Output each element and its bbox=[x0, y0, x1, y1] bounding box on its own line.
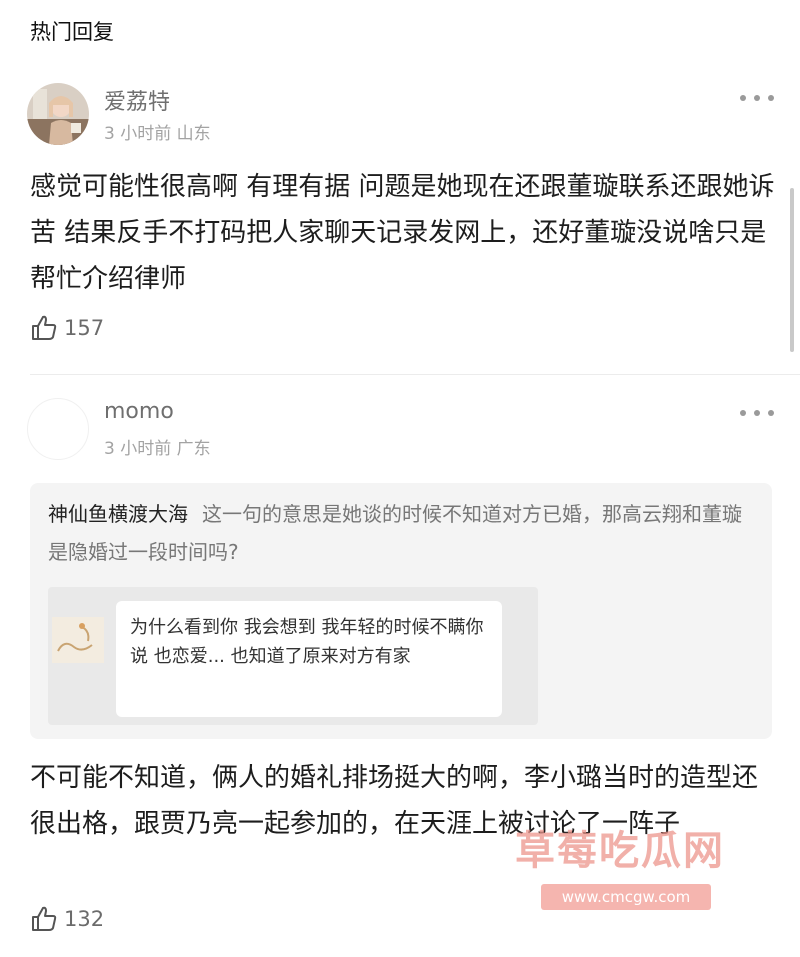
quote-author[interactable]: 神仙鱼横渡大海 bbox=[48, 502, 188, 526]
like-button[interactable]: 157 bbox=[30, 314, 104, 342]
avatar[interactable] bbox=[27, 398, 89, 460]
section-title: 热门回复 bbox=[30, 20, 114, 44]
like-count: 132 bbox=[64, 907, 105, 931]
username[interactable]: 爱荔特 bbox=[104, 84, 170, 116]
quote-text: 神仙鱼横渡大海 这一句的意思是她谈的时候不知道对方已婚，那高云翔和董璇是隐婚过一段… bbox=[48, 495, 758, 571]
more-dots-icon[interactable] bbox=[740, 409, 774, 417]
watermark: 草莓吃瓜网 www.cmcgw.com bbox=[515, 818, 775, 910]
scrollbar[interactable] bbox=[790, 188, 794, 352]
comment-meta: 3 小时前 山东 bbox=[104, 124, 211, 144]
quoted-reply[interactable]: 神仙鱼横渡大海 这一句的意思是她谈的时候不知道对方已婚，那高云翔和董璇是隐婚过一段… bbox=[30, 483, 772, 739]
comment-meta: 3 小时前 广东 bbox=[104, 439, 211, 459]
thumbs-up-icon bbox=[32, 906, 57, 931]
comment-text: 感觉可能性很高啊 有理有据 问题是她现在还跟董璇联系还跟她诉苦 结果反手不打码把… bbox=[30, 172, 775, 294]
like-button[interactable]: 132 bbox=[30, 905, 104, 933]
embedded-screenshot[interactable]: 为什么看到你 我会想到 我年轻的时候不瞒你说 也恋爱... 也知道了原来对方有家 bbox=[48, 587, 538, 725]
divider bbox=[30, 374, 800, 375]
avatar[interactable] bbox=[27, 83, 89, 145]
chat-avatar bbox=[52, 617, 104, 663]
watermark-title: 草莓吃瓜网 bbox=[515, 828, 725, 874]
watermark-url: www.cmcgw.com bbox=[541, 884, 711, 910]
like-count: 157 bbox=[64, 316, 105, 340]
chat-bubble: 为什么看到你 我会想到 我年轻的时候不瞒你说 也恋爱... 也知道了原来对方有家 bbox=[116, 601, 502, 717]
thumbs-up-icon bbox=[32, 315, 57, 340]
username[interactable]: momo bbox=[104, 399, 174, 424]
more-dots-icon[interactable] bbox=[740, 94, 774, 102]
